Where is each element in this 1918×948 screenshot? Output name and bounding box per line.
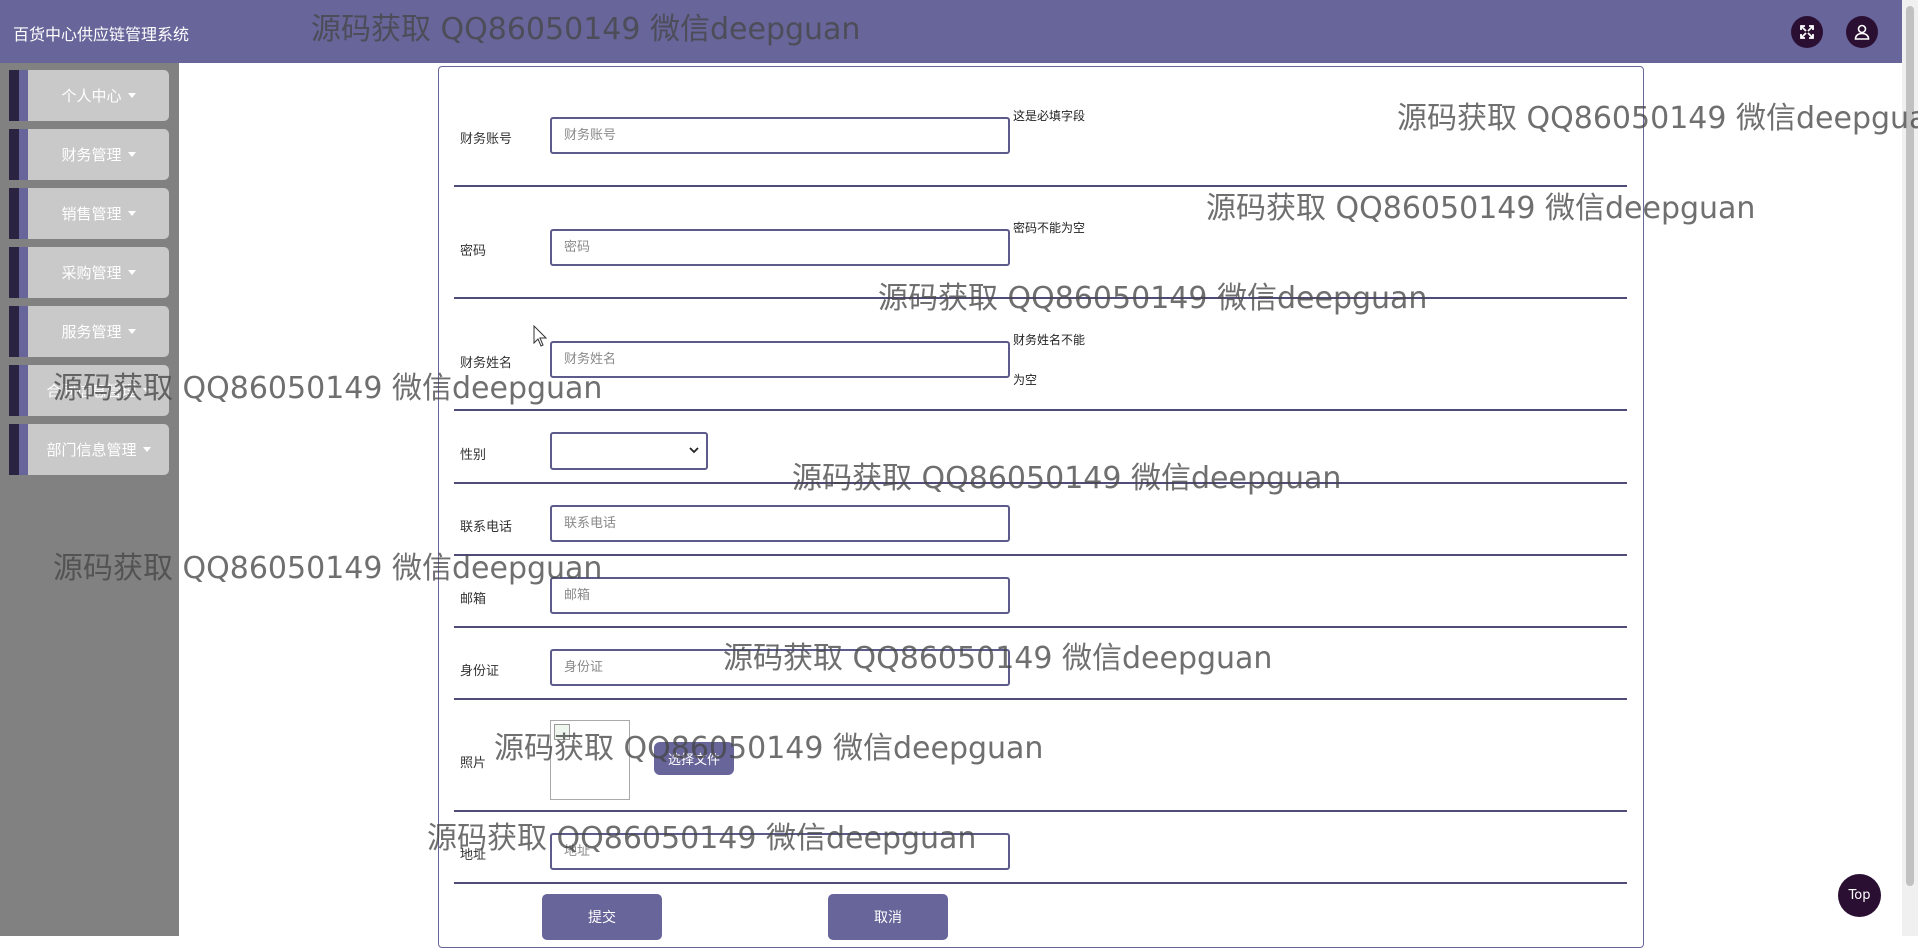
name-input[interactable]	[550, 341, 1010, 378]
gender-select[interactable]	[550, 432, 708, 470]
sidebar-item-label: 采购管理	[61, 264, 122, 282]
app-title: 百货中心供应链管理系统	[13, 25, 190, 44]
photo-preview	[550, 720, 630, 800]
scrollbar-thumb[interactable]	[1906, 6, 1914, 886]
idcard-input[interactable]	[550, 649, 1010, 686]
fullscreen-button[interactable]	[1791, 16, 1823, 48]
sidebar-item-label: 服务管理	[61, 323, 122, 341]
photo-label: 照片	[460, 756, 487, 771]
expand-icon	[1800, 25, 1814, 39]
chevron-down-icon	[689, 447, 699, 454]
submit-button[interactable]: 提交	[542, 894, 662, 940]
cancel-button[interactable]: 取消	[828, 894, 948, 940]
caret-down-icon	[142, 447, 151, 452]
sidebar-item-label: 合同信息管理	[46, 382, 137, 400]
mouse-cursor-icon	[533, 325, 547, 347]
sidebar-item-label: 财务管理	[61, 146, 122, 164]
phone-label: 联系电话	[460, 520, 513, 535]
sidebar: 个人中心 财务管理 销售管理 采购管理 服务管理 合同信息管理 部门信息管理	[0, 63, 179, 936]
page-scrollbar[interactable]	[1902, 0, 1918, 936]
gender-label: 性别	[460, 448, 487, 463]
caret-down-icon	[127, 152, 136, 157]
idcard-label: 身份证	[460, 664, 500, 679]
caret-down-icon	[127, 93, 136, 98]
account-input[interactable]	[550, 117, 1010, 154]
password-input[interactable]	[550, 229, 1010, 266]
email-input[interactable]	[550, 577, 1010, 614]
phone-input[interactable]	[550, 505, 1010, 542]
account-label: 财务账号	[460, 132, 513, 147]
name-hint: 财务姓名不能为空	[1013, 333, 1086, 387]
address-input[interactable]	[550, 833, 1010, 870]
sidebar-item-label: 个人中心	[61, 87, 122, 105]
sidebar-item-label: 部门信息管理	[46, 441, 137, 459]
top-header: 百货中心供应链管理系统	[0, 0, 1902, 63]
caret-down-icon	[142, 388, 151, 393]
password-hint: 密码不能为空	[1013, 221, 1086, 235]
account-hint: 这是必填字段	[1013, 109, 1086, 123]
choose-file-button[interactable]: 选择文件	[654, 742, 734, 775]
sidebar-item-contract[interactable]: 合同信息管理	[9, 365, 169, 416]
address-label: 地址	[460, 848, 487, 863]
sidebar-item-sales[interactable]: 销售管理	[9, 188, 169, 239]
sidebar-item-personal-center[interactable]: 个人中心	[9, 70, 169, 121]
broken-image-icon	[554, 724, 570, 740]
name-label: 财务姓名	[460, 356, 513, 371]
user-icon	[1854, 24, 1870, 40]
sidebar-item-service[interactable]: 服务管理	[9, 306, 169, 357]
sidebar-item-finance[interactable]: 财务管理	[9, 129, 169, 180]
sidebar-item-label: 销售管理	[61, 205, 122, 223]
caret-down-icon	[127, 211, 136, 216]
caret-down-icon	[127, 329, 136, 334]
sidebar-item-department[interactable]: 部门信息管理	[9, 424, 169, 475]
sidebar-item-purchase[interactable]: 采购管理	[9, 247, 169, 298]
back-to-top-button[interactable]: Top	[1838, 874, 1881, 917]
caret-down-icon	[127, 270, 136, 275]
password-label: 密码	[460, 244, 487, 259]
user-menu-button[interactable]	[1846, 16, 1878, 48]
email-label: 邮箱	[460, 592, 487, 607]
